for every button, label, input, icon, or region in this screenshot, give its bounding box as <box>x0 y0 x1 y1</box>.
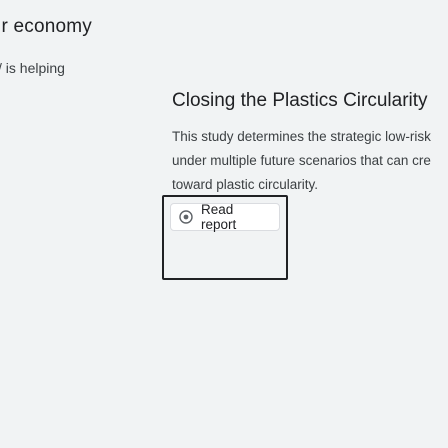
card-description-line: toward plastic circularity. <box>172 177 319 192</box>
card-description-line: This study determines the strategic low-… <box>172 129 431 144</box>
card-description: This study determines the strategic low-… <box>172 125 448 197</box>
card-description-line: under multiple future scenarios that can… <box>172 153 431 168</box>
read-report-button[interactable]: Read report <box>170 202 280 232</box>
visibility-icon <box>179 210 193 224</box>
card-title: Closing the Plastics Circularity <box>172 90 428 111</box>
section-subtext: / is helping <box>0 60 65 76</box>
section-heading: ır economy <box>0 16 92 37</box>
page: ır economy / is helping Closing the Plas… <box>0 0 448 448</box>
read-report-label: Read report <box>201 202 237 232</box>
read-report-focus-ring: Read report <box>162 195 288 280</box>
